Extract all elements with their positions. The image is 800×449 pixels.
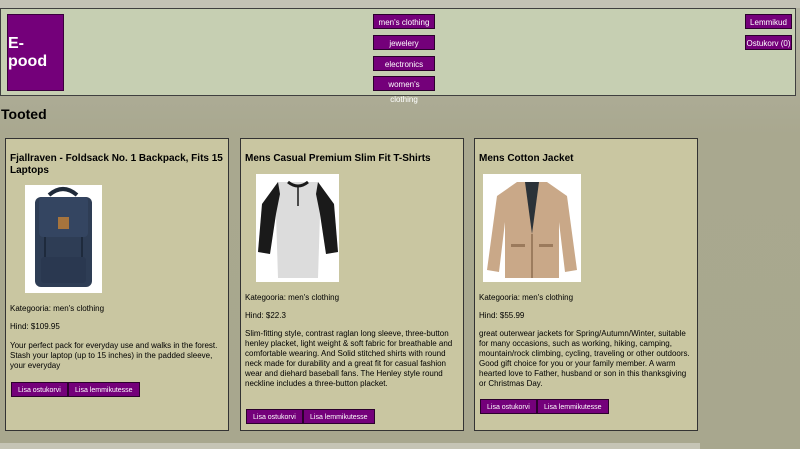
add-to-favorites-button[interactable]: Lisa lemmikutesse <box>303 409 375 424</box>
product-image-jacket[interactable] <box>483 174 581 282</box>
product-category: Kategooria: men's clothing <box>10 304 105 313</box>
window-top-strip <box>0 0 800 8</box>
horizontal-scrollbar[interactable] <box>0 443 700 449</box>
nav-electronics[interactable]: electronics <box>373 56 435 71</box>
product-description: Your perfect pack for everyday use and w… <box>10 341 218 370</box>
product-title[interactable]: Fjallraven - Foldsack No. 1 Backpack, Fi… <box>10 153 226 177</box>
nav-mens-clothing[interactable]: men's clothing <box>373 14 435 29</box>
product-card: Mens Casual Premium Slim Fit T-Shirts Ka… <box>240 138 464 431</box>
cart-button[interactable]: Ostukorv (0) <box>745 35 792 50</box>
site-header: E-pood men's clothing jewelery electroni… <box>0 8 796 104</box>
product-card: Fjallraven - Foldsack No. 1 Backpack, Fi… <box>5 138 229 431</box>
product-card: Mens Cotton Jacket Kategooria: men's clo… <box>474 138 698 431</box>
product-price: Hind: $22.3 <box>245 311 286 320</box>
product-title[interactable]: Mens Cotton Jacket <box>479 153 695 165</box>
product-image-tshirt[interactable] <box>256 174 339 282</box>
add-to-cart-button[interactable]: Lisa ostukorvi <box>480 399 537 414</box>
nav-jewelery[interactable]: jewelery <box>373 35 435 50</box>
product-price: Hind: $109.95 <box>10 322 60 331</box>
product-image-backpack[interactable] <box>25 185 102 293</box>
favorites-button[interactable]: Lemmikud <box>745 14 792 29</box>
product-price: Hind: $55.99 <box>479 311 525 320</box>
product-description: great outerwear jackets for Spring/Autum… <box>479 329 690 388</box>
product-title[interactable]: Mens Casual Premium Slim Fit T-Shirts <box>245 153 461 165</box>
nav-womens-clothing[interactable]: women's clothing <box>373 76 435 104</box>
add-to-cart-button[interactable]: Lisa ostukorvi <box>246 409 303 424</box>
add-to-favorites-button[interactable]: Lisa lemmikutesse <box>537 399 609 414</box>
page-title: Tooted <box>1 106 47 122</box>
add-to-cart-button[interactable]: Lisa ostukorvi <box>11 382 68 397</box>
product-category: Kategooria: men's clothing <box>245 293 340 302</box>
add-to-favorites-button[interactable]: Lisa lemmikutesse <box>68 382 140 397</box>
product-category: Kategooria: men's clothing <box>479 293 574 302</box>
site-logo[interactable]: E-pood <box>7 14 64 91</box>
product-description: Slim-fitting style, contrast raglan long… <box>245 329 453 388</box>
